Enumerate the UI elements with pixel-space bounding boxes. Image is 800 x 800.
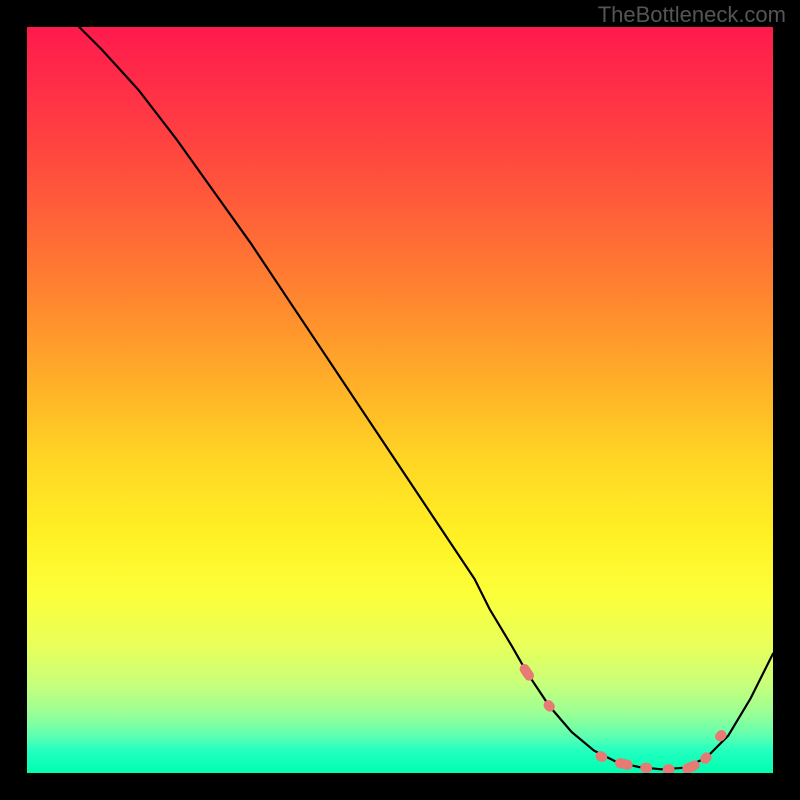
curve-marker [662, 764, 675, 773]
curve-markers [518, 662, 729, 773]
curve-marker [614, 757, 634, 771]
bottleneck-curve [79, 27, 773, 769]
curve-marker [640, 762, 653, 773]
chart-svg [27, 27, 773, 773]
curve-marker [518, 662, 536, 683]
watermark-text: TheBottleneck.com [598, 2, 786, 28]
plot-area [27, 27, 773, 773]
curve-marker [713, 728, 729, 744]
